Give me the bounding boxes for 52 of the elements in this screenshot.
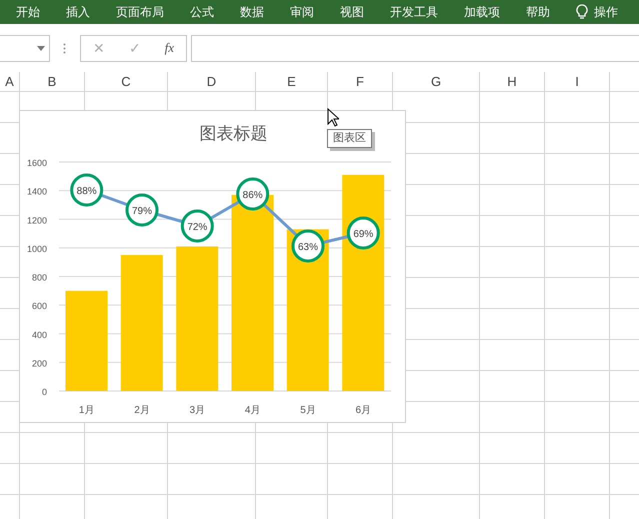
data-label: 79% — [132, 206, 152, 217]
axis-label: 1月 — [78, 405, 94, 416]
tell-me-label[interactable]: 操作 — [594, 3, 618, 21]
axis-label: 1200 — [26, 215, 47, 226]
data-marker — [70, 174, 104, 206]
axis-label: 1600 — [26, 158, 47, 168]
column-header[interactable]: E — [256, 72, 328, 91]
data-label: 69% — [353, 229, 374, 240]
column-header[interactable]: C — [85, 72, 168, 91]
axis-label: 600 — [32, 301, 47, 312]
ribbon-tab[interactable]: 页面布局 — [116, 3, 164, 21]
data-label: 86% — [242, 190, 263, 201]
ribbon-tab[interactable]: 开发工具 — [390, 3, 438, 21]
column-header[interactable]: B — [20, 72, 85, 91]
ribbon-tab[interactable]: 视图 — [340, 3, 364, 21]
axis-label: 3月 — [190, 405, 206, 416]
data-label: 72% — [187, 222, 208, 233]
lightbulb-icon[interactable] — [576, 4, 588, 20]
axis-label: 5月 — [300, 405, 316, 416]
column-header[interactable]: G — [393, 72, 480, 91]
data-label: 88% — [76, 186, 97, 197]
ribbon-tab[interactable]: 公式 — [190, 3, 214, 21]
axis-label: 200 — [32, 358, 47, 368]
axis-label: 0 — [42, 387, 47, 397]
ribbon-tab[interactable]: 帮助 — [526, 3, 550, 21]
column-header[interactable]: I — [545, 72, 610, 91]
axis-label: 1000 — [26, 244, 47, 254]
chart-title: 图表标题 — [200, 124, 268, 143]
dropdown-caret-icon[interactable] — [37, 46, 45, 50]
ribbon-tab[interactable]: 审阅 — [290, 3, 314, 21]
data-marker — [126, 194, 158, 226]
ribbon-tab[interactable]: 插入 — [66, 3, 90, 21]
ribbon-tab[interactable]: 加载项 — [464, 3, 500, 21]
column-header[interactable]: F — [328, 72, 393, 91]
axis-label: 4月 — [244, 405, 260, 416]
ribbon-tab[interactable]: 数据 — [240, 3, 264, 21]
axis-label: 800 — [32, 272, 47, 282]
axis-label: 6月 — [356, 405, 372, 416]
ribbon-tab[interactable]: 开始 — [16, 3, 40, 21]
mouse-pointer-icon — [327, 108, 339, 127]
axis-label: 1400 — [26, 186, 47, 197]
column-header[interactable]: D — [168, 72, 256, 91]
axis-label: 2月 — [134, 405, 150, 416]
data-label: 63% — [298, 242, 318, 253]
data-marker — [236, 178, 270, 210]
column-header[interactable]: H — [480, 72, 545, 91]
column-header[interactable]: A — [0, 72, 20, 91]
axis-label: 400 — [32, 330, 47, 340]
more-icon — [63, 42, 66, 54]
insert-function-button[interactable]: fx — [164, 38, 174, 58]
data-marker — [180, 210, 214, 242]
formula-input[interactable] — [191, 34, 639, 62]
